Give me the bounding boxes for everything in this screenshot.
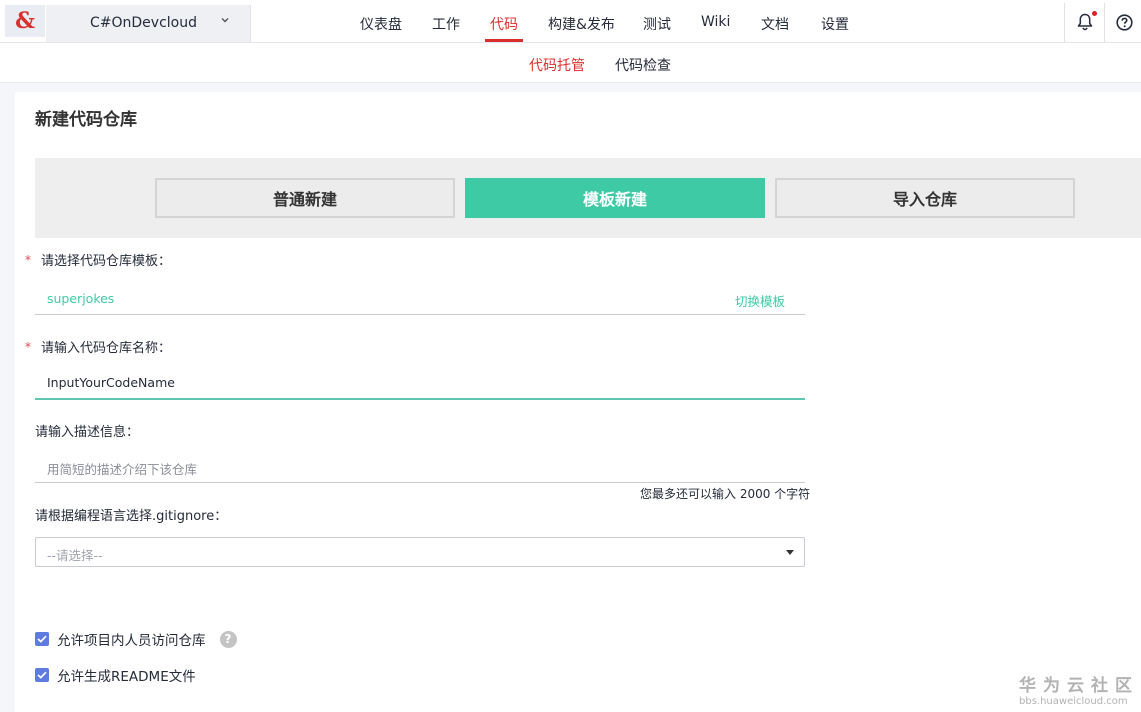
- app-logo[interactable]: &: [5, 5, 45, 37]
- repo-name-input[interactable]: InputYourCodeName: [35, 366, 805, 400]
- allow-readme-checkbox[interactable]: [35, 668, 49, 682]
- gitignore-selected: --请选择--: [47, 548, 103, 563]
- subnav-item-code-check[interactable]: 代码检查: [615, 55, 671, 75]
- question-icon[interactable]: ?: [219, 630, 237, 648]
- description-counter: 您最多还可以输入 2000 个字符: [640, 487, 811, 501]
- repo-name-label: 请输入代码仓库名称：: [41, 341, 172, 356]
- nav-item-dashboard[interactable]: 仪表盘: [360, 14, 402, 34]
- watermark: 华为云社区 bbs.huaweicloud.com: [1019, 671, 1139, 707]
- repo-name-value: InputYourCodeName: [47, 375, 175, 390]
- create-repo-panel: 新建代码仓库 普通新建 模板新建 导入仓库 * 请选择代码仓库模板： super…: [15, 92, 1141, 712]
- notifications-button[interactable]: [1064, 3, 1105, 42]
- caret-down-icon: [786, 550, 794, 555]
- nav-item-work[interactable]: 工作: [432, 14, 460, 34]
- allow-member-access-option: 允许项目内人员访问仓库 ?: [35, 630, 237, 649]
- required-mark: *: [25, 340, 31, 354]
- nav-item-build-release[interactable]: 构建&发布: [548, 14, 615, 34]
- template-value: superjokes: [47, 291, 115, 306]
- template-field[interactable]: superjokes 切换模板: [35, 282, 805, 315]
- gitignore-label: 请根据编程语言选择.gitignore：: [35, 509, 228, 524]
- mode-import-button[interactable]: 导入仓库: [775, 178, 1075, 218]
- nav-item-code[interactable]: 代码: [490, 14, 518, 34]
- allow-member-access-label: 允许项目内人员访问仓库: [57, 633, 206, 649]
- description-placeholder: 用简短的描述介绍下该仓库: [47, 462, 198, 477]
- top-bar: & C#OnDevcloud 仪表盘 工作 代码 构建&发布 测试 Wiki 文…: [0, 0, 1141, 43]
- project-name: C#OnDevcloud: [90, 15, 197, 31]
- subnav-item-code-hosting[interactable]: 代码托管: [529, 55, 585, 75]
- description-input[interactable]: 用简短的描述介绍下该仓库: [35, 450, 805, 483]
- help-icon: [1116, 14, 1133, 35]
- switch-template-link[interactable]: 切换模板: [735, 291, 785, 310]
- allow-readme-option: 允许生成README文件: [35, 666, 196, 685]
- help-button[interactable]: [1104, 3, 1141, 42]
- page-title: 新建代码仓库: [35, 110, 137, 130]
- notification-badge: [1092, 11, 1097, 16]
- chevron-down-icon: [220, 14, 230, 28]
- logo-glyph: &: [15, 8, 35, 34]
- allow-member-access-checkbox[interactable]: [35, 632, 49, 646]
- required-mark: *: [25, 253, 31, 267]
- watermark-title: 华为云社区: [1019, 676, 1139, 696]
- allow-readme-label: 允许生成README文件: [57, 669, 196, 685]
- create-mode-bar: 普通新建 模板新建 导入仓库: [35, 158, 1141, 238]
- nav-item-settings[interactable]: 设置: [821, 14, 849, 34]
- nav-item-docs[interactable]: 文档: [761, 14, 789, 34]
- watermark-url: bbs.huaweicloud.com: [1019, 696, 1128, 707]
- mode-template-button[interactable]: 模板新建: [465, 178, 765, 218]
- mode-normal-button[interactable]: 普通新建: [155, 178, 455, 218]
- active-tab-indicator: [485, 39, 523, 42]
- nav-item-wiki[interactable]: Wiki: [701, 14, 730, 30]
- gitignore-select[interactable]: --请选择--: [35, 537, 805, 567]
- template-label: 请选择代码仓库模板：: [41, 254, 172, 269]
- sub-nav: 代码托管 代码检查: [0, 43, 1141, 83]
- nav-item-test[interactable]: 测试: [643, 14, 671, 34]
- bell-icon: [1077, 13, 1093, 35]
- project-switcher[interactable]: C#OnDevcloud: [46, 5, 251, 42]
- description-label: 请输入描述信息：: [35, 425, 140, 440]
